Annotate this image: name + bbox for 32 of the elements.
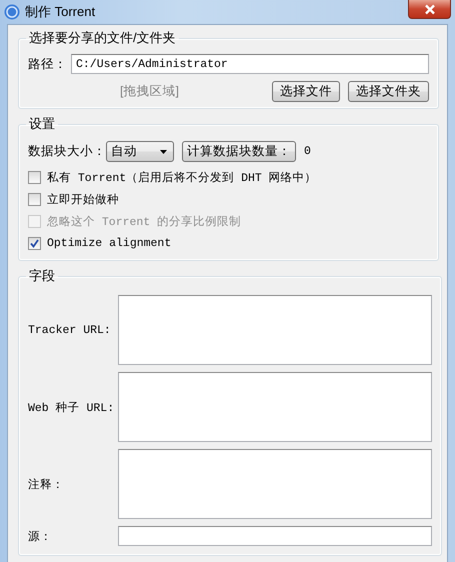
field-label: Web 种子 URL: [28, 400, 116, 414]
app-icon [4, 4, 20, 20]
piece-size-label: 数据块大小： [28, 143, 98, 160]
caret-icon [160, 150, 167, 154]
select-file-button[interactable]: 选择文件 [272, 81, 340, 102]
text-field[interactable] [118, 372, 432, 442]
piece-size-dropdown[interactable]: 自动 [106, 141, 174, 162]
checkbox-label: Optimize alignment [47, 236, 172, 250]
group-title: 设置 [28, 115, 56, 133]
group-title: 选择要分享的文件/文件夹 [28, 29, 177, 47]
select-folder-button[interactable]: 选择文件夹 [348, 81, 429, 102]
checkbox[interactable] [28, 236, 41, 250]
group-title: 字段 [28, 267, 56, 285]
checkbox-label: 忽略这个 Torrent 的分享比例限制 [47, 214, 242, 228]
drop-area-hint: [拖拽区域] [120, 83, 179, 100]
window-title: 制作 Torrent [25, 3, 96, 21]
path-field[interactable]: C:/Users/Administrator [71, 54, 429, 74]
text-field[interactable] [118, 526, 432, 546]
checkbox-label: 私有 Torrent（启用后将不分发到 DHT 网络中） [47, 170, 317, 184]
close-icon [422, 4, 436, 14]
field-label: 注释： [28, 477, 65, 492]
compute-pieces-button[interactable]: 计算数据块数量： [182, 141, 296, 162]
path-label: 路径： [28, 56, 68, 72]
piece-count: 0 [304, 145, 311, 158]
text-field[interactable] [118, 295, 432, 365]
checkbox[interactable] [28, 192, 41, 206]
text-field[interactable] [118, 449, 432, 519]
close-button[interactable] [408, 0, 451, 19]
checkbox[interactable] [28, 170, 41, 184]
field-label: Tracker URL: [28, 324, 112, 336]
checkbox-label: 立即开始做种 [47, 192, 119, 206]
field-label: 源： [28, 530, 53, 544]
